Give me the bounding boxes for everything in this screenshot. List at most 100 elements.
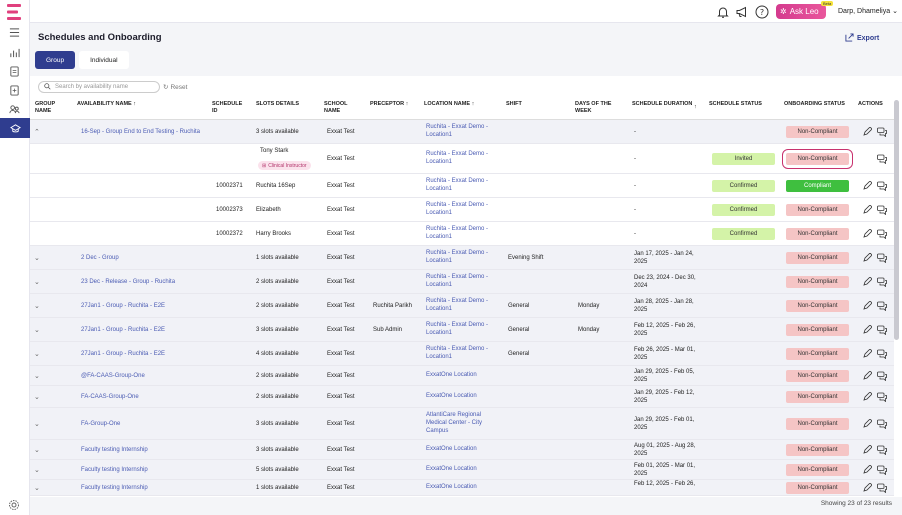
chevron-up-icon[interactable]: ⌃ <box>34 128 40 136</box>
availability-name-link[interactable]: 27Jan1 - Group - Ruchita - E2E <box>81 302 165 310</box>
table-row-group[interactable]: ⌄ @FA-CAAS-Group-One 2 slots available Exxa… <box>30 366 894 386</box>
table-row-group[interactable]: ⌄ Faculty testing Internship 3 slots avail… <box>30 440 894 460</box>
location-name-link[interactable]: ExxatOne Location <box>426 483 498 491</box>
location-name-link[interactable]: Ruchita - Exxat Demo - Location1 <box>426 345 498 361</box>
chevron-down-icon[interactable]: ⌄ <box>34 254 40 262</box>
chevron-down-icon[interactable]: ⌄ <box>34 393 40 401</box>
location-name-link[interactable]: Ruchita - Exxat Demo - Location1 <box>426 123 498 139</box>
availability-name-link[interactable]: 27Jan1 - Group - Ruchita - E2E <box>81 350 165 358</box>
header-location-name[interactable]: LOCATION NAME ↑ <box>424 101 474 108</box>
help-icon[interactable]: ? <box>754 4 769 19</box>
location-name-link[interactable]: Ruchita - Exxat Demo - Location1 <box>426 201 498 217</box>
onboarding-status-badge[interactable]: Non-Compliant <box>786 324 849 336</box>
location-name-link[interactable]: ExxatOne Location <box>426 445 498 453</box>
chevron-down-icon[interactable]: ⌄ <box>34 420 40 428</box>
table-row-group[interactable]: ⌄ 27Jan1 - Group - Ruchita - E2E 3 slots a… <box>30 318 894 342</box>
location-name-link[interactable]: Ruchita - Exxat Demo - Location1 <box>426 297 498 313</box>
users-icon[interactable] <box>7 102 22 117</box>
message-icon[interactable] <box>877 181 887 192</box>
header-school-name[interactable]: SCHOOL NAME <box>324 101 354 114</box>
edit-icon[interactable] <box>862 252 873 263</box>
header-preceptor[interactable]: PRECEPTOR ↑ <box>370 101 408 108</box>
megaphone-icon[interactable] <box>734 4 749 19</box>
edit-icon[interactable] <box>862 126 873 137</box>
onboarding-status-badge[interactable]: Non-Compliant <box>786 228 849 240</box>
chevron-down-icon[interactable]: ⌄ <box>34 466 40 474</box>
location-name-link[interactable]: Ruchita - Exxat Demo - Location1 <box>426 321 498 337</box>
table-row-child[interactable]: 10002372 Harry Brooks Exxat Test Ruchita - … <box>30 222 894 246</box>
table-row-group[interactable]: ⌄ Faculty testing Internship 5 slots avail… <box>30 460 894 480</box>
onboarding-status-badge[interactable]: Non-Compliant <box>786 482 849 494</box>
chevron-down-icon[interactable]: ⌄ <box>34 302 40 310</box>
table-row-group[interactable]: ⌄ 23 Dec - Release - Group - Ruchita 2 slo… <box>30 270 894 294</box>
table-row-group[interactable]: ⌄ FA-Group-One 3 slots available Exxat Test… <box>30 408 894 440</box>
edit-icon[interactable] <box>862 228 873 239</box>
availability-name-link[interactable]: 16-Sep - Group End to End Testing - Ruch… <box>81 128 200 136</box>
header-schedule-status[interactable]: SCHEDULE STATUS <box>709 101 762 108</box>
message-icon[interactable] <box>877 229 887 240</box>
onboarding-status-badge[interactable]: Non-Compliant <box>786 418 849 430</box>
location-name-link[interactable]: Ruchita - Exxat Demo - Location1 <box>426 273 498 289</box>
message-icon[interactable] <box>877 301 887 312</box>
location-name-link[interactable]: Ruchita - Exxat Demo - Location1 <box>426 177 498 193</box>
onboarding-status-badge[interactable]: Non-Compliant <box>786 444 849 456</box>
message-icon[interactable] <box>877 392 887 403</box>
message-icon[interactable] <box>877 371 887 382</box>
message-icon[interactable] <box>877 154 887 165</box>
message-icon[interactable] <box>877 419 887 430</box>
graduation-cap-icon[interactable] <box>0 118 30 138</box>
location-name-link[interactable]: AtlantiCare Regional Medical Center - Ci… <box>426 411 498 435</box>
scrollbar[interactable] <box>894 100 899 340</box>
table-row-child[interactable]: 10002373 Elizabeth Exxat Test Ruchita - Exx… <box>30 198 894 222</box>
search-input[interactable]: Search by availability name <box>38 81 160 93</box>
edit-icon[interactable] <box>862 276 873 287</box>
edit-icon[interactable] <box>862 482 873 493</box>
onboarding-status-badge[interactable]: Non-Compliant <box>786 464 849 476</box>
onboarding-status-badge[interactable]: Non-Compliant <box>786 252 849 264</box>
availability-name-link[interactable]: 23 Dec - Release - Group - Ruchita <box>81 278 175 286</box>
availability-name-link[interactable]: Faculty testing Internship <box>81 446 148 454</box>
edit-icon[interactable] <box>862 464 873 475</box>
user-menu[interactable]: Darp, Dhameliya ⌄ <box>838 7 898 15</box>
header-availability-name[interactable]: AVAILABILITY NAME ↑ <box>77 101 136 108</box>
table-row-group[interactable]: ⌄ Faculty testing Internship 1 slots avail… <box>30 480 894 496</box>
document-icon[interactable] <box>7 64 22 79</box>
header-slots-details[interactable]: SLOTS DETAILS <box>256 101 299 108</box>
chevron-down-icon[interactable]: ⌄ <box>34 484 40 492</box>
message-icon[interactable] <box>877 349 887 360</box>
message-icon[interactable] <box>877 253 887 264</box>
chevron-down-icon[interactable]: ⌄ <box>34 278 40 286</box>
document-plus-icon[interactable] <box>7 83 22 98</box>
onboarding-status-badge[interactable]: Non-Compliant <box>786 348 849 360</box>
edit-icon[interactable] <box>862 418 873 429</box>
onboarding-status-badge[interactable]: Non-Compliant <box>786 370 849 382</box>
location-name-link[interactable]: ExxatOne Location <box>426 465 498 473</box>
header-days-of-week[interactable]: DAYS OF THE WEEK <box>575 101 617 114</box>
reset-button[interactable]: ↻ Reset <box>163 83 187 92</box>
onboarding-status-badge[interactable]: Non-Compliant <box>786 300 849 312</box>
message-icon[interactable] <box>877 483 887 494</box>
edit-icon[interactable] <box>862 348 873 359</box>
edit-icon[interactable] <box>862 180 873 191</box>
availability-name-link[interactable]: 2 Dec - Group <box>81 254 119 262</box>
edit-icon[interactable] <box>862 324 873 335</box>
chevron-down-icon[interactable]: ⌄ <box>34 372 40 380</box>
availability-name-link[interactable]: @FA-CAAS-Group-One <box>81 372 145 380</box>
message-icon[interactable] <box>877 465 887 476</box>
menu-icon[interactable] <box>7 25 22 40</box>
location-name-link[interactable]: Ruchita - Exxat Demo - Location1 <box>426 249 498 265</box>
availability-name-link[interactable]: FA-CAAS-Group-One <box>81 393 139 401</box>
ask-leo-button[interactable]: ✲ Ask Leo <box>776 4 826 19</box>
location-name-link[interactable]: ExxatOne Location <box>426 392 498 400</box>
availability-name-link[interactable]: 27Jan1 - Group - Ruchita - E2E <box>81 326 165 334</box>
availability-name-link[interactable]: FA-Group-One <box>81 420 120 428</box>
onboarding-status-badge[interactable]: Non-Compliant <box>786 276 849 288</box>
header-shift[interactable]: SHIFT <box>506 101 522 108</box>
edit-icon[interactable] <box>862 300 873 311</box>
table-row-child[interactable]: 10002371 Ruchita 16Sep Exxat Test Ruchita -… <box>30 174 894 198</box>
table-row-group[interactable]: ⌄ FA-CAAS-Group-One 2 slots available Exxat… <box>30 386 894 408</box>
onboarding-status-badge[interactable]: Non-Compliant <box>786 391 849 403</box>
edit-icon[interactable] <box>862 370 873 381</box>
availability-name-link[interactable]: Faculty testing Internship <box>81 484 148 492</box>
location-name-link[interactable]: Ruchita - Exxat Demo - Location1 <box>426 225 498 241</box>
